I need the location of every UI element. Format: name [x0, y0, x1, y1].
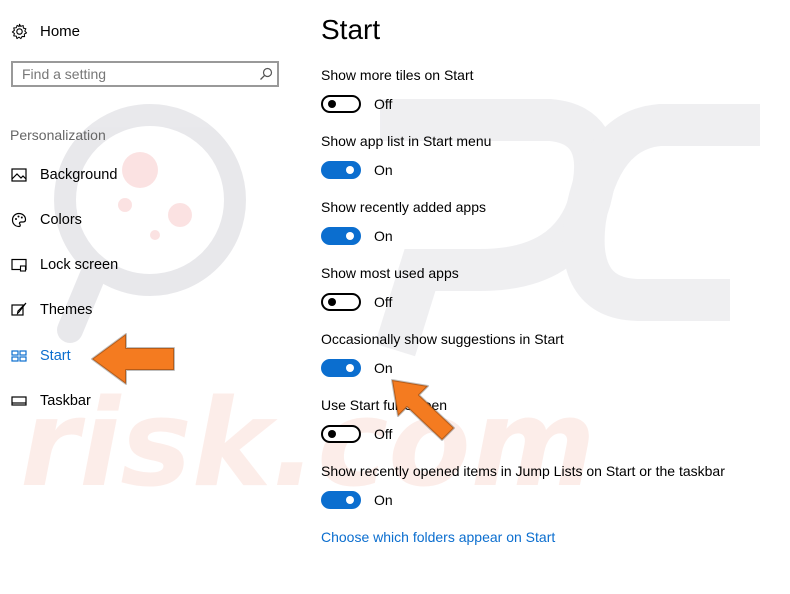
section-title: Personalization	[10, 127, 106, 143]
sidebar-item-themes[interactable]: Themes	[10, 298, 210, 322]
toggle-state: Off	[374, 294, 393, 310]
toggle-knob	[328, 298, 336, 306]
gear-icon	[10, 22, 28, 40]
toggle-state: On	[374, 360, 393, 376]
home-nav-item[interactable]: Home	[10, 21, 80, 41]
sidebar-item-colors[interactable]: Colors	[10, 208, 210, 232]
choose-folders-link[interactable]: Choose which folders appear on Start	[321, 529, 555, 545]
sidebar-item-taskbar[interactable]: Taskbar	[10, 389, 210, 413]
sidebar-item-label: Themes	[40, 302, 93, 318]
lock-screen-icon	[10, 256, 28, 274]
toggle-switch[interactable]	[321, 227, 361, 245]
toggle-knob	[346, 496, 354, 504]
sidebar-item-lock-screen[interactable]: Lock screen	[10, 253, 210, 277]
sidebar-item-start[interactable]: Start	[10, 344, 210, 368]
setting-label: Show more tiles on Start	[321, 67, 474, 83]
start-tiles-icon	[10, 347, 28, 365]
setting-app-list: Show app list in Start menu On	[321, 132, 761, 180]
setting-full-screen: Use Start full screen Off	[321, 396, 761, 444]
setting-label: Occasionally show suggestions in Start	[321, 331, 564, 347]
toggle-switch[interactable]	[321, 491, 361, 509]
setting-suggestions: Occasionally show suggestions in Start O…	[321, 330, 761, 378]
setting-label: Show most used apps	[321, 265, 459, 281]
search-input[interactable]	[13, 65, 255, 83]
toggle-state: On	[374, 162, 393, 178]
setting-label: Show recently opened items in Jump Lists…	[321, 463, 725, 479]
setting-label: Show app list in Start menu	[321, 133, 492, 149]
toggle-state: On	[374, 492, 393, 508]
sidebar-item-label: Start	[40, 348, 71, 364]
toggle-knob	[346, 364, 354, 372]
setting-more-tiles: Show more tiles on Start Off	[321, 66, 761, 114]
toggle-knob	[328, 430, 336, 438]
main-content: Start Show more tiles on Start Off Show …	[321, 0, 781, 594]
palette-icon	[10, 211, 28, 229]
setting-jump-lists: Show recently opened items in Jump Lists…	[321, 462, 761, 510]
sidebar-item-label: Taskbar	[40, 393, 91, 409]
toggle-state: Off	[374, 96, 393, 112]
toggle-switch[interactable]	[321, 95, 361, 113]
sidebar-item-label: Colors	[40, 212, 82, 228]
sidebar-item-background[interactable]: Background	[10, 163, 210, 187]
home-label: Home	[40, 22, 81, 40]
picture-icon	[10, 166, 28, 184]
setting-most-used: Show most used apps Off	[321, 264, 761, 312]
toggle-knob	[328, 100, 336, 108]
toggle-knob	[346, 232, 354, 240]
toggle-state: Off	[374, 426, 393, 442]
toggle-switch[interactable]	[321, 161, 361, 179]
toggle-knob	[346, 166, 354, 174]
sidebar-item-label: Background	[40, 167, 118, 183]
toggle-switch[interactable]	[321, 359, 361, 377]
setting-label: Show recently added apps	[321, 199, 486, 215]
toggle-switch[interactable]	[321, 425, 361, 443]
toggle-state: On	[374, 228, 393, 244]
setting-label: Use Start full screen	[321, 397, 448, 413]
sidebar-item-label: Lock screen	[40, 257, 119, 273]
brush-icon	[10, 301, 28, 319]
search-icon[interactable]	[255, 67, 277, 81]
setting-recently-added: Show recently added apps On	[321, 198, 761, 246]
toggle-switch[interactable]	[321, 293, 361, 311]
page-title: Start	[321, 14, 381, 45]
search-box[interactable]	[11, 61, 279, 87]
taskbar-icon	[10, 392, 28, 410]
sidebar: Home Personalization Background	[0, 0, 300, 594]
